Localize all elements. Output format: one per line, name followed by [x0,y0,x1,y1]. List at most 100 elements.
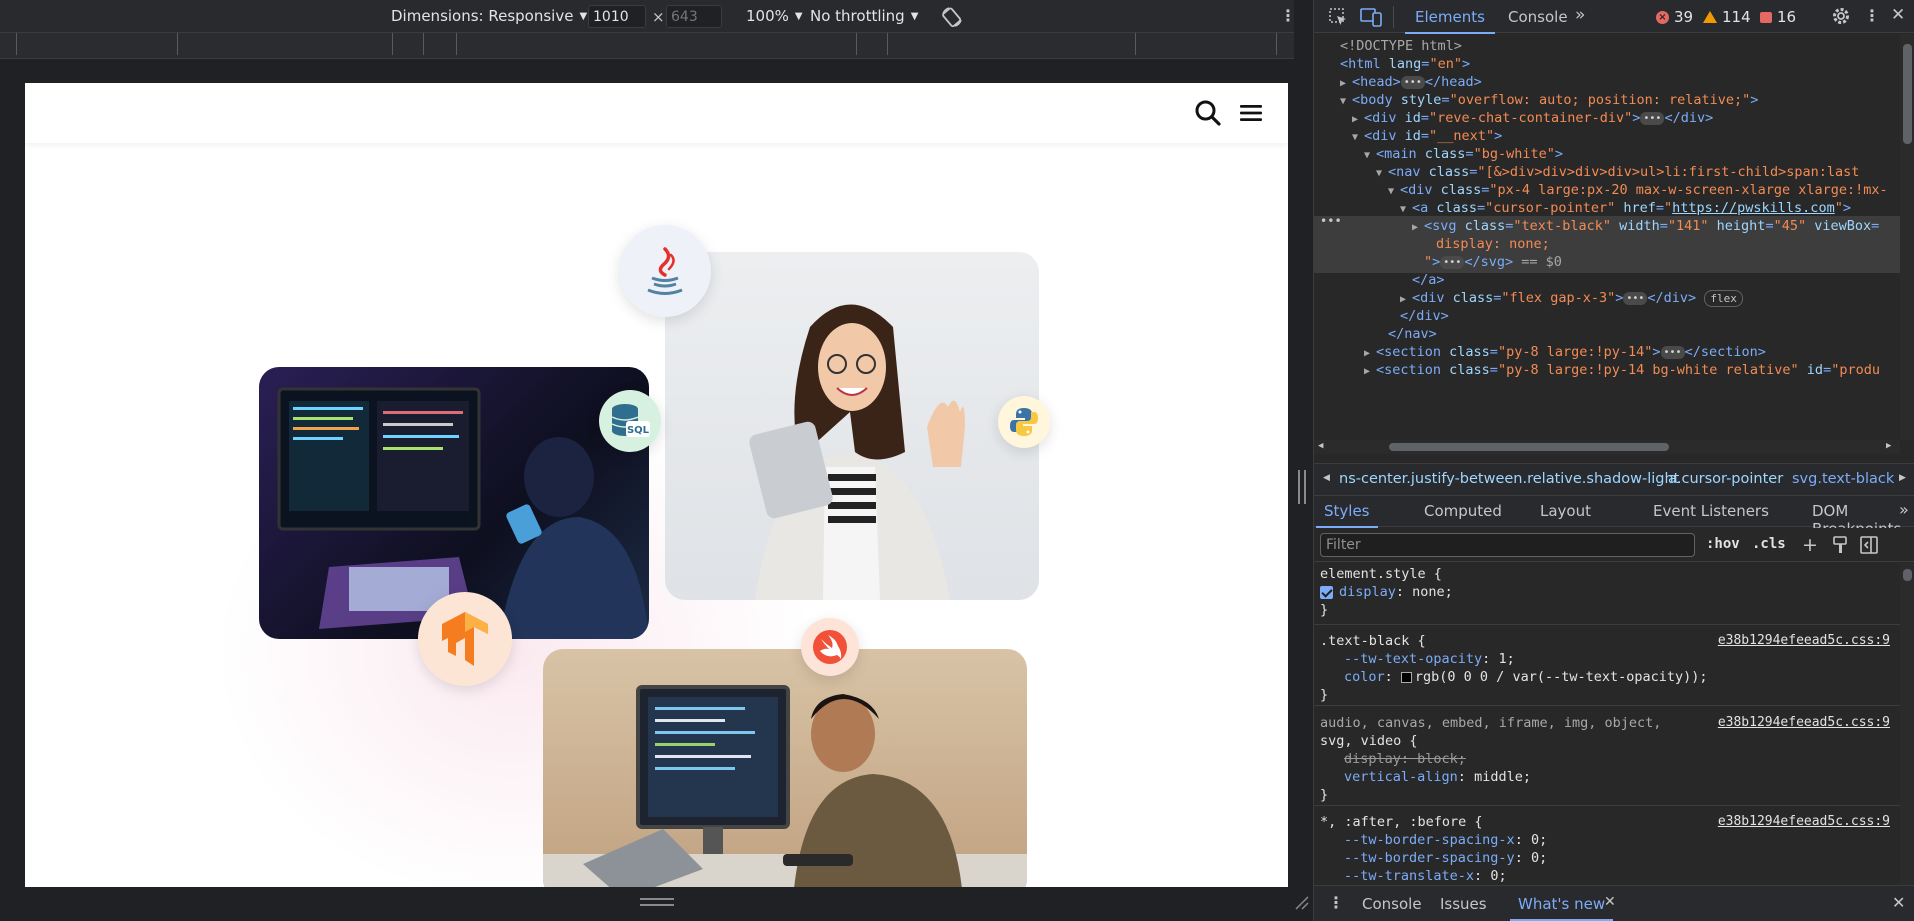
customize-menu-icon[interactable]: ⋮ [1864,6,1880,25]
close-tab-icon[interactable]: ✕ [1604,894,1616,910]
property-name[interactable]: --tw-translate-x [1344,868,1474,884]
tab-elements[interactable]: Elements [1405,8,1495,34]
property-value[interactable]: middle; [1474,769,1531,785]
warning-count-badge[interactable]: 114 [1703,8,1751,26]
settings-gear-icon[interactable] [1831,6,1851,30]
class-toggle[interactable]: .cls [1752,536,1786,552]
throttling-dropdown[interactable]: No throttling ▼ [810,7,918,25]
search-icon[interactable] [1194,99,1222,131]
device-toggle-icon[interactable] [1360,7,1382,31]
rule-selector: .text-black { [1320,633,1426,649]
scroll-left-icon[interactable]: ◀ [1318,441,1323,451]
rule-selector: svg, video { [1320,733,1418,749]
breadcrumb-item[interactable]: ns-center.justify-between.relative.shado… [1339,471,1679,487]
property-name[interactable]: --tw-border-spacing-y [1344,850,1515,866]
dom-token: > [1615,290,1624,306]
toggle-sidebar-icon[interactable] [1860,536,1878,558]
dom-tree[interactable]: ◀ ▶ <!DOCTYPE html> <html lang="en"> ▶ <hea… [1314,34,1914,462]
dom-token: "141" [1667,218,1717,234]
drawer-tab-whats-new[interactable]: What's new [1509,895,1614,921]
paint-brush-icon[interactable] [1832,536,1848,558]
rule-close: } [1320,787,1329,803]
property-value[interactable]: 0; [1531,832,1547,848]
dom-token: = [1420,128,1430,144]
breadcrumb-scroll-right-icon[interactable]: ▶ [1899,473,1906,483]
panel-split-handle[interactable] [1298,470,1306,504]
dom-node-line[interactable]: ▶ <section class="py-8 large:!py-14 bg-wh… [1314,360,1900,381]
property-value[interactable]: 1; [1498,651,1514,667]
resize-corner-icon[interactable] [1294,895,1310,915]
inspect-element-icon[interactable] [1328,7,1348,31]
media-query-ruler[interactable] [0,33,1294,59]
more-options-icon[interactable]: ⋮ [1280,6,1296,25]
dom-token: "px-4 large:px-20 max-w-screen-xlarge xl… [1489,182,1888,198]
scrollbar-thumb[interactable] [1903,569,1912,581]
ruler-tick [177,33,178,55]
hover-state-toggle[interactable]: :hov [1706,536,1740,552]
dom-tree-vertical-scrollbar[interactable] [1900,34,1914,440]
stylesheet-link[interactable]: e38b1294efeead5c.css:9 [1718,813,1890,831]
property-checkbox[interactable] [1320,585,1333,599]
dom-token: > [1750,92,1759,108]
width-input[interactable] [588,5,646,28]
property-value[interactable]: rgb(0 0 0 / var(--tw-text-opacity)); [1415,669,1708,685]
subtab-computed[interactable]: Computed [1424,502,1502,520]
styles-filter-input[interactable] [1320,533,1695,557]
stylesheet-link[interactable]: e38b1294efeead5c.css:9 [1718,714,1890,732]
style-rule-text-black: .text-black { e38b1294efeead5c.css:9 --tw… [1314,626,1900,706]
scrollbar-thumb[interactable] [1389,443,1669,451]
dom-tree-horizontal-scrollbar[interactable]: ◀ ▶ [1314,440,1900,454]
viewport-height-resize-handle[interactable] [640,898,674,906]
drawer-tab-console[interactable]: Console [1362,895,1422,913]
subtab-layout[interactable]: Layout [1540,502,1591,520]
more-tabs-icon[interactable]: » [1575,5,1585,25]
property-value[interactable]: none; [1412,584,1453,600]
dom-token: <section [1376,344,1450,360]
property-value[interactable]: 0; [1490,868,1506,884]
drawer-tab-issues[interactable]: Issues [1440,895,1487,913]
rotate-icon[interactable] [940,5,964,33]
breadcrumb-item[interactable]: a.cursor-pointer [1668,471,1783,487]
dom-token: " [1664,200,1673,216]
dimensions-dropdown[interactable]: Dimensions: Responsive ▼ [391,7,587,25]
drawer-menu-icon[interactable]: ⋮ [1328,893,1344,912]
tab-console[interactable]: Console [1508,8,1568,26]
dom-token: </a> [1412,272,1445,288]
subtab-styles[interactable]: Styles [1316,502,1377,528]
emulated-page-viewport[interactable]: SQL [25,83,1288,887]
property-value[interactable]: 0; [1531,850,1547,866]
styles-pane[interactable]: element.style { display: none; } .text-b… [1314,563,1914,885]
expand-triangle-icon[interactable]: ▶ [1364,361,1376,381]
breadcrumb-scroll-left-icon[interactable]: ◀ [1323,473,1330,483]
tensorflow-icon [418,592,512,686]
site-header [25,83,1288,143]
property-name[interactable]: --tw-text-opacity [1344,651,1482,667]
styles-scrollbar[interactable] [1900,563,1914,885]
scroll-right-icon[interactable]: ▶ [1886,441,1891,451]
error-count-badge[interactable]: × 39 [1656,8,1693,26]
ruler-tick [887,33,888,55]
add-rule-icon[interactable]: + [1802,534,1818,556]
issue-count-badge[interactable]: 16 [1760,8,1796,26]
dom-token: </div> [1664,110,1714,126]
zoom-dropdown[interactable]: 100% ▼ [746,7,803,25]
property-name[interactable]: color [1344,669,1385,685]
color-swatch[interactable] [1400,671,1412,683]
subtab-event-listeners[interactable]: Event Listeners [1653,502,1769,520]
breadcrumb-item-selected[interactable]: svg.text-black [1792,471,1894,487]
warning-icon [1703,11,1717,23]
property-name[interactable]: --tw-border-spacing-x [1344,832,1515,848]
close-devtools-icon[interactable]: ✕ [1891,5,1905,25]
node-actions-icon[interactable]: ••• [1320,214,1342,228]
property-name[interactable]: display [1339,584,1396,600]
property-name[interactable]: vertical-align [1344,769,1458,785]
dom-token: <html [1340,56,1389,72]
more-subtabs-icon[interactable]: » [1899,500,1909,519]
scrollbar-thumb[interactable] [1903,44,1912,144]
stylesheet-link[interactable]: e38b1294efeead5c.css:9 [1718,632,1890,650]
close-drawer-icon[interactable]: ✕ [1892,893,1905,912]
overridden-property[interactable]: display: block; [1344,751,1466,767]
warning-count: 114 [1722,8,1751,26]
hamburger-menu-icon[interactable] [1239,103,1263,127]
height-input[interactable] [666,5,722,28]
